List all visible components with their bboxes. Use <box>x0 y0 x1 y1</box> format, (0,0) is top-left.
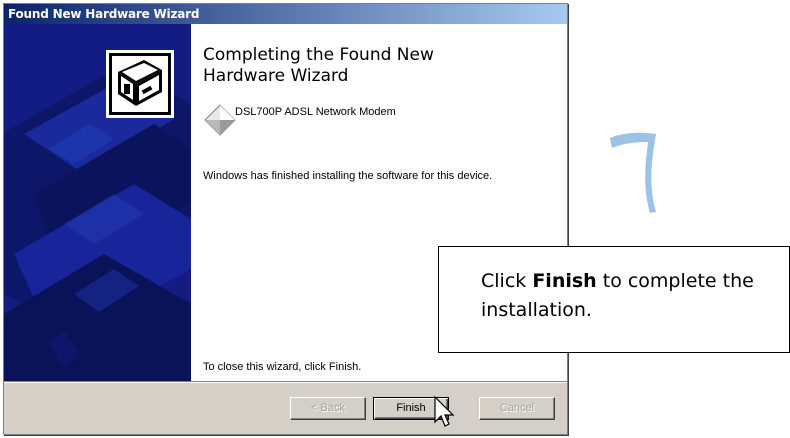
finished-message: Windows has finished installing the soft… <box>203 170 493 182</box>
step-number-graphic: 7 <box>604 118 674 218</box>
device-name: DSL700P ADSL Network Modem <box>235 106 396 118</box>
page-title: Completing the Found New Hardware Wizard <box>203 45 434 86</box>
title-bar[interactable]: Found New Hardware Wizard <box>4 4 567 24</box>
side-banner <box>4 24 191 381</box>
button-divider <box>4 381 567 383</box>
callout-text: Click Finish to complete the installatio… <box>481 267 781 325</box>
instruction-callout: Click Finish to complete the installatio… <box>438 246 790 353</box>
mouse-pointer-icon <box>433 395 455 431</box>
callout-prefix: Click <box>481 270 533 292</box>
wizard-window: Found New Hardware Wizard Completing the… <box>3 3 568 435</box>
close-hint: To close this wizard, click Finish. <box>203 361 362 373</box>
callout-bold: Finish <box>532 270 597 292</box>
window-title: Found New Hardware Wizard <box>8 7 200 21</box>
hardware-wizard-icon <box>106 50 174 118</box>
cancel-button[interactable]: Cancel <box>479 397 555 420</box>
device-row: DSL700P ADSL Network Modem <box>203 103 563 143</box>
back-button[interactable]: < Back <box>290 397 366 420</box>
device-diamond-icon <box>203 103 237 137</box>
